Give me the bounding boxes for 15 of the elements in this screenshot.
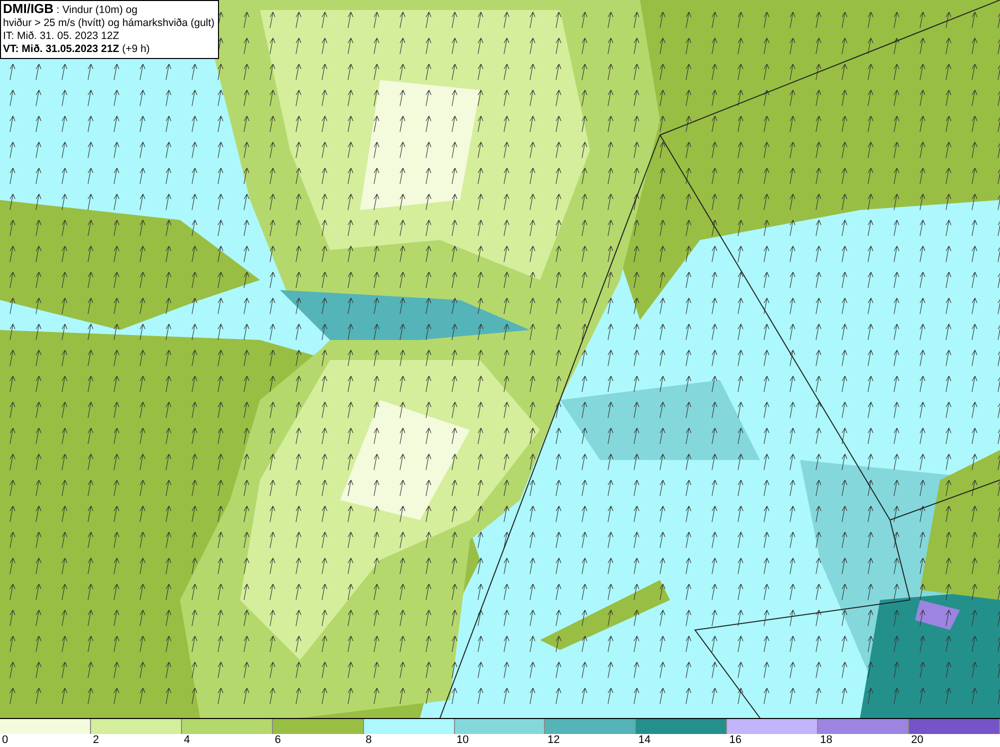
title-line: IT: Mið. 31. 05. 2023 12Z: [3, 30, 120, 43]
title-line: VT: Mið. 31.05.2023 21Z (+9 h): [3, 43, 151, 56]
legend-label: 0: [1, 734, 10, 747]
legend-label: 2: [92, 734, 100, 747]
legend-label: 20: [910, 734, 924, 747]
title-line: hviður > 25 m/s (hvítt) og hámarkshviða (gult): [3, 17, 215, 30]
legend-label: 12: [546, 734, 561, 747]
legend-label: 18: [819, 734, 834, 747]
legend-label: 10: [456, 734, 470, 747]
legend-label: 14: [637, 734, 652, 747]
legend-label: 4: [182, 734, 191, 747]
title-line: DMI/IGB : Vindur (10m) og: [3, 2, 138, 17]
legend-label: 8: [364, 734, 373, 747]
legend-label: 6: [274, 734, 282, 747]
legend-label: 16: [728, 734, 743, 747]
